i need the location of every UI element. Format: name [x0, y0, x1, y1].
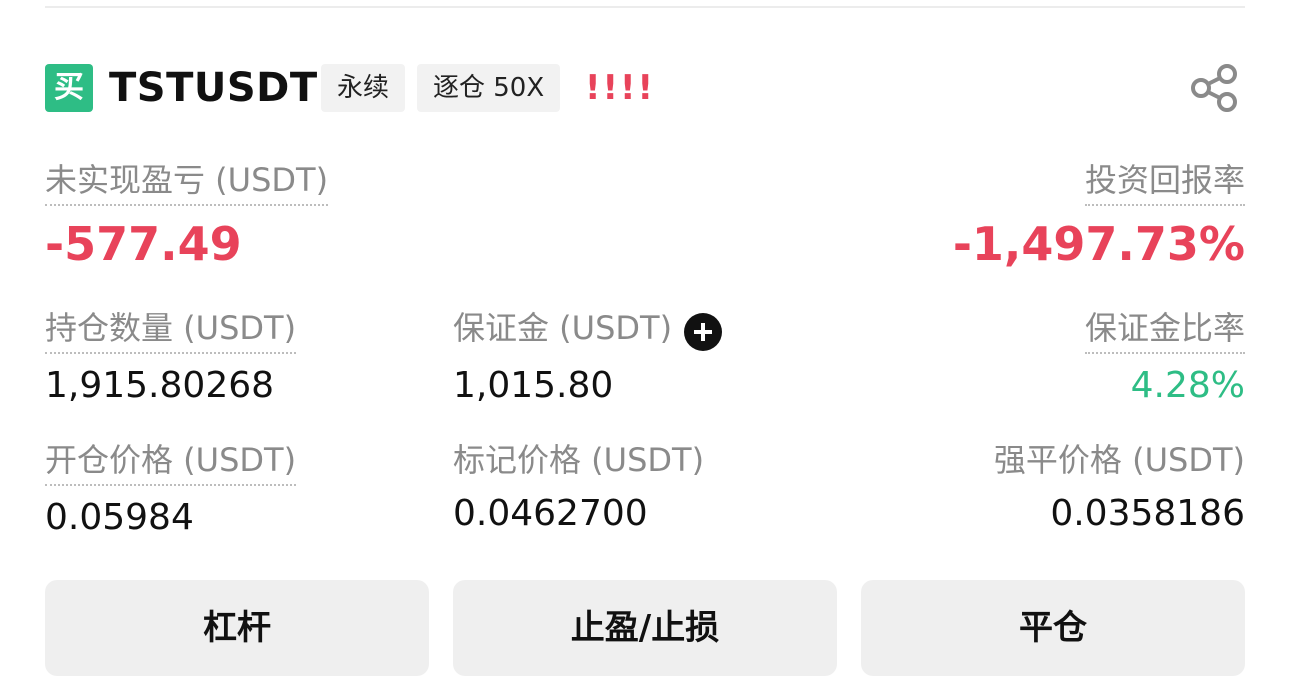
- roi: 投资回报率 -1,497.73%: [953, 158, 1245, 272]
- side-badge: 买: [45, 64, 93, 112]
- share-icon[interactable]: [1189, 62, 1241, 114]
- margin-label: 保证金 (USDT): [453, 309, 673, 347]
- top-divider: [45, 6, 1245, 8]
- roi-value: -1,497.73%: [952, 217, 1245, 271]
- position-header: 买 TSTUSDT 永续 逐仓 50X !!!!: [45, 62, 1245, 112]
- risk-indicator: !!!!: [585, 68, 656, 108]
- margin-ratio-label[interactable]: 保证金比率: [1084, 306, 1245, 354]
- entry-price-label[interactable]: 开仓价格 (USDT): [45, 438, 297, 486]
- position-size: 持仓数量 (USDT) 1,915.80268: [45, 306, 297, 410]
- margin-ratio-value: 4.28%: [1130, 365, 1245, 406]
- close-position-button[interactable]: 平仓: [861, 580, 1245, 676]
- roi-label[interactable]: 投资回报率: [1084, 158, 1245, 206]
- liquidation-price-value: 0.0358186: [1050, 493, 1245, 534]
- liquidation-price: 强平价格 (USDT) 0.0358186: [994, 438, 1245, 538]
- tpsl-button[interactable]: 止盈/止损: [453, 580, 837, 676]
- leverage-button[interactable]: 杠杆: [45, 580, 429, 676]
- contract-type-tag: 永续: [321, 64, 406, 112]
- entry-price-value: 0.05984: [45, 497, 194, 538]
- position-size-label[interactable]: 持仓数量 (USDT): [45, 306, 297, 354]
- margin: 保证金 (USDT) 1,015.80: [453, 306, 723, 410]
- symbol-title[interactable]: TSTUSDT: [109, 62, 318, 114]
- unrealized-pnl-value: -577.49: [45, 217, 242, 271]
- margin-ratio: 保证金比率 4.28%: [1084, 306, 1245, 410]
- margin-mode-tag: 逐仓 50X: [417, 64, 561, 112]
- entry-price: 开仓价格 (USDT) 0.05984: [45, 438, 297, 542]
- liquidation-price-label: 强平价格 (USDT): [993, 441, 1245, 479]
- unrealized-pnl: 未实现盈亏 (USDT) -577.49: [45, 158, 329, 272]
- mark-price: 标记价格 (USDT) 0.0462700: [453, 438, 704, 538]
- mark-price-value: 0.0462700: [453, 493, 648, 534]
- unrealized-pnl-label[interactable]: 未实现盈亏 (USDT): [45, 158, 329, 206]
- margin-value: 1,015.80: [453, 364, 614, 406]
- position-size-value: 1,915.80268: [45, 365, 275, 406]
- plus-circle-icon[interactable]: [684, 312, 723, 351]
- mark-price-label: 标记价格 (USDT): [453, 441, 705, 479]
